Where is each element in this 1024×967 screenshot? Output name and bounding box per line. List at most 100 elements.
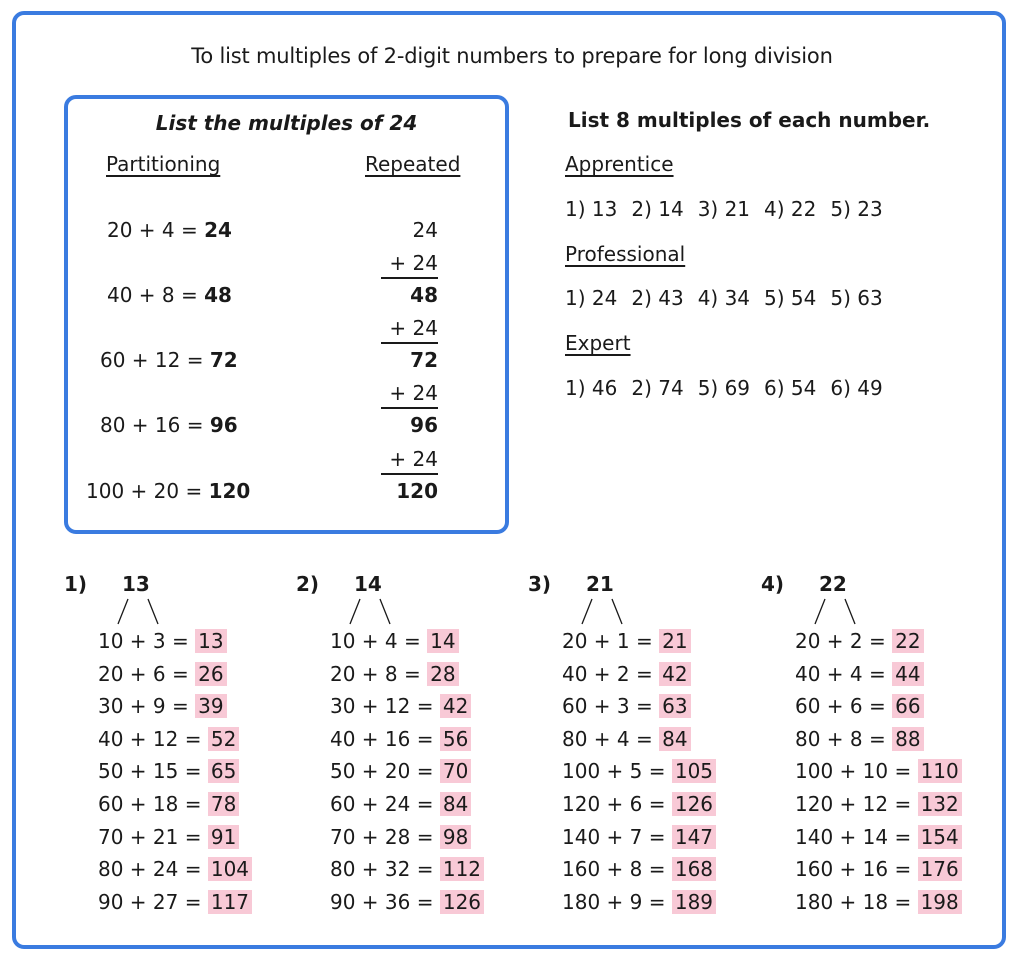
level-item: 5) 54 bbox=[764, 286, 817, 310]
multiple-expression: 50 + 20 = bbox=[330, 759, 440, 784]
highlighted-multiple: 126 bbox=[671, 791, 717, 816]
level-item: 1) 46 bbox=[565, 376, 618, 400]
multiple-expression: 160 + 16 = bbox=[795, 857, 918, 882]
multiple-expression: 40 + 4 = bbox=[795, 661, 893, 686]
multiple-expression: 40 + 16 = bbox=[330, 726, 440, 751]
highlighted-multiple: 147 bbox=[671, 824, 717, 849]
multiple-row: 120 + 6 = 126 bbox=[562, 788, 717, 821]
partitioning-row: 20 + 4 = 24 bbox=[107, 218, 232, 242]
multiple-expression: 140 + 7 = bbox=[562, 824, 672, 849]
highlighted-multiple: 22 bbox=[892, 629, 924, 653]
partition-branch-icon bbox=[349, 598, 391, 625]
multiple-row: 160 + 8 = 168 bbox=[562, 853, 717, 886]
partitioning-row: 60 + 12 = 72 bbox=[100, 348, 238, 372]
partition-branch-icon bbox=[117, 598, 159, 625]
level-item: 2) 43 bbox=[631, 286, 684, 310]
multiple-expression: 60 + 24 = bbox=[330, 791, 440, 816]
multiple-expression: 50 + 15 = bbox=[98, 759, 208, 784]
multiple-expression: 10 + 3 = bbox=[98, 629, 196, 653]
multiple-row: 90 + 27 = 117 bbox=[98, 886, 253, 919]
base-number: 22 bbox=[819, 572, 847, 596]
multiple-row: 80 + 24 = 104 bbox=[98, 853, 253, 886]
multiple-row: 40 + 16 = 56 bbox=[330, 723, 484, 756]
partition-branch-icon bbox=[581, 598, 623, 625]
partition-result: 96 bbox=[209, 413, 238, 437]
level-heading-expert: Expert bbox=[565, 331, 631, 355]
multiple-expression: 30 + 9 = bbox=[98, 694, 196, 719]
base-number: 13 bbox=[122, 572, 150, 596]
multiple-expression: 100 + 5 = bbox=[562, 759, 672, 784]
multiple-expression: 180 + 9 = bbox=[562, 889, 672, 914]
example-number-label: 2) bbox=[296, 572, 320, 596]
highlighted-multiple: 117 bbox=[207, 889, 253, 914]
multiple-expression: 90 + 36 = bbox=[330, 889, 440, 914]
multiple-expression: 80 + 8 = bbox=[795, 726, 893, 751]
multiple-expression: 80 + 32 = bbox=[330, 857, 440, 882]
partition-expression: 100 + 20 = bbox=[86, 479, 209, 503]
multiple-expression: 40 + 2 = bbox=[562, 661, 660, 686]
multiple-expression: 70 + 21 = bbox=[98, 824, 208, 849]
multiple-row: 40 + 4 = 44 bbox=[795, 658, 962, 691]
partition-branch-icon bbox=[814, 598, 856, 625]
example-number-label: 4) bbox=[761, 572, 785, 596]
highlighted-multiple: 44 bbox=[892, 661, 924, 686]
partition-expression: 40 + 8 = bbox=[107, 283, 205, 307]
multiple-expression: 10 + 4 = bbox=[330, 629, 428, 653]
multiple-row: 140 + 7 = 147 bbox=[562, 821, 717, 854]
highlighted-multiple: 14 bbox=[427, 629, 459, 653]
multiple-row: 60 + 18 = 78 bbox=[98, 788, 252, 821]
sum-line bbox=[381, 407, 438, 409]
highlighted-multiple: 84 bbox=[439, 791, 472, 816]
multiple-row: 100 + 10 = 110 bbox=[795, 755, 962, 788]
level-heading-apprentice: Apprentice bbox=[565, 152, 674, 176]
highlighted-multiple: 63 bbox=[659, 694, 691, 719]
multiple-expression: 180 + 18 = bbox=[795, 889, 918, 914]
highlighted-multiple: 91 bbox=[207, 824, 240, 849]
partition-result: 48 bbox=[204, 283, 232, 307]
repeated-total: 72 bbox=[410, 348, 438, 372]
repeated-heading: Repeated bbox=[365, 152, 461, 176]
multiple-expression: 80 + 24 = bbox=[98, 857, 208, 882]
highlighted-multiple: 168 bbox=[671, 857, 717, 882]
partitioning-row: 40 + 8 = 48 bbox=[107, 283, 232, 307]
highlighted-multiple: 42 bbox=[439, 694, 472, 719]
example-number-label: 3) bbox=[528, 572, 552, 596]
repeated-addend: + 24 bbox=[389, 381, 438, 405]
highlighted-multiple: 198 bbox=[917, 889, 962, 914]
example-title: List the multiples of 24 bbox=[155, 111, 418, 135]
multiple-row: 140 + 14 = 154 bbox=[795, 821, 962, 854]
level-items: 1) 13 2) 14 3) 21 4) 22 5) 23 bbox=[565, 197, 897, 221]
highlighted-multiple: 21 bbox=[659, 629, 691, 653]
highlighted-multiple: 112 bbox=[439, 857, 485, 882]
highlighted-multiple: 189 bbox=[671, 889, 717, 914]
repeated-start: 24 bbox=[412, 218, 438, 242]
multiple-row: 70 + 28 = 98 bbox=[330, 821, 484, 854]
highlighted-multiple: 154 bbox=[917, 824, 962, 849]
multiple-row: 10 + 3 = 13 bbox=[98, 625, 252, 658]
base-number: 14 bbox=[354, 572, 382, 596]
repeated-addend: + 24 bbox=[389, 447, 438, 471]
highlighted-multiple: 13 bbox=[195, 629, 227, 653]
multiple-row: 80 + 4 = 84 bbox=[562, 723, 716, 756]
multiple-expression: 90 + 27 = bbox=[98, 889, 208, 914]
highlighted-multiple: 104 bbox=[207, 857, 253, 882]
highlighted-multiple: 78 bbox=[207, 791, 240, 816]
highlighted-multiple: 26 bbox=[195, 661, 227, 686]
multiple-row: 20 + 8 = 28 bbox=[330, 658, 484, 691]
partitioning-heading: Partitioning bbox=[106, 152, 221, 176]
repeated-addend: + 24 bbox=[389, 251, 438, 275]
multiple-expression: 30 + 12 = bbox=[330, 694, 440, 719]
level-item: 5) 69 bbox=[697, 376, 751, 400]
multiple-expression: 70 + 28 = bbox=[330, 824, 440, 849]
multiple-row: 80 + 8 = 88 bbox=[795, 723, 962, 756]
level-items: 1) 46 2) 74 5) 69 6) 54 6) 49 bbox=[565, 376, 897, 400]
highlighted-multiple: 39 bbox=[195, 694, 227, 719]
multiple-expression: 20 + 2 = bbox=[795, 629, 893, 653]
highlighted-multiple: 110 bbox=[917, 759, 962, 784]
highlighted-multiple: 52 bbox=[207, 726, 240, 751]
partitioning-row: 80 + 16 = 96 bbox=[100, 413, 238, 437]
highlighted-multiple: 132 bbox=[917, 791, 962, 816]
level-item: 5) 63 bbox=[830, 286, 883, 310]
multiple-row: 50 + 15 = 65 bbox=[98, 755, 252, 788]
partition-result: 24 bbox=[204, 218, 232, 242]
